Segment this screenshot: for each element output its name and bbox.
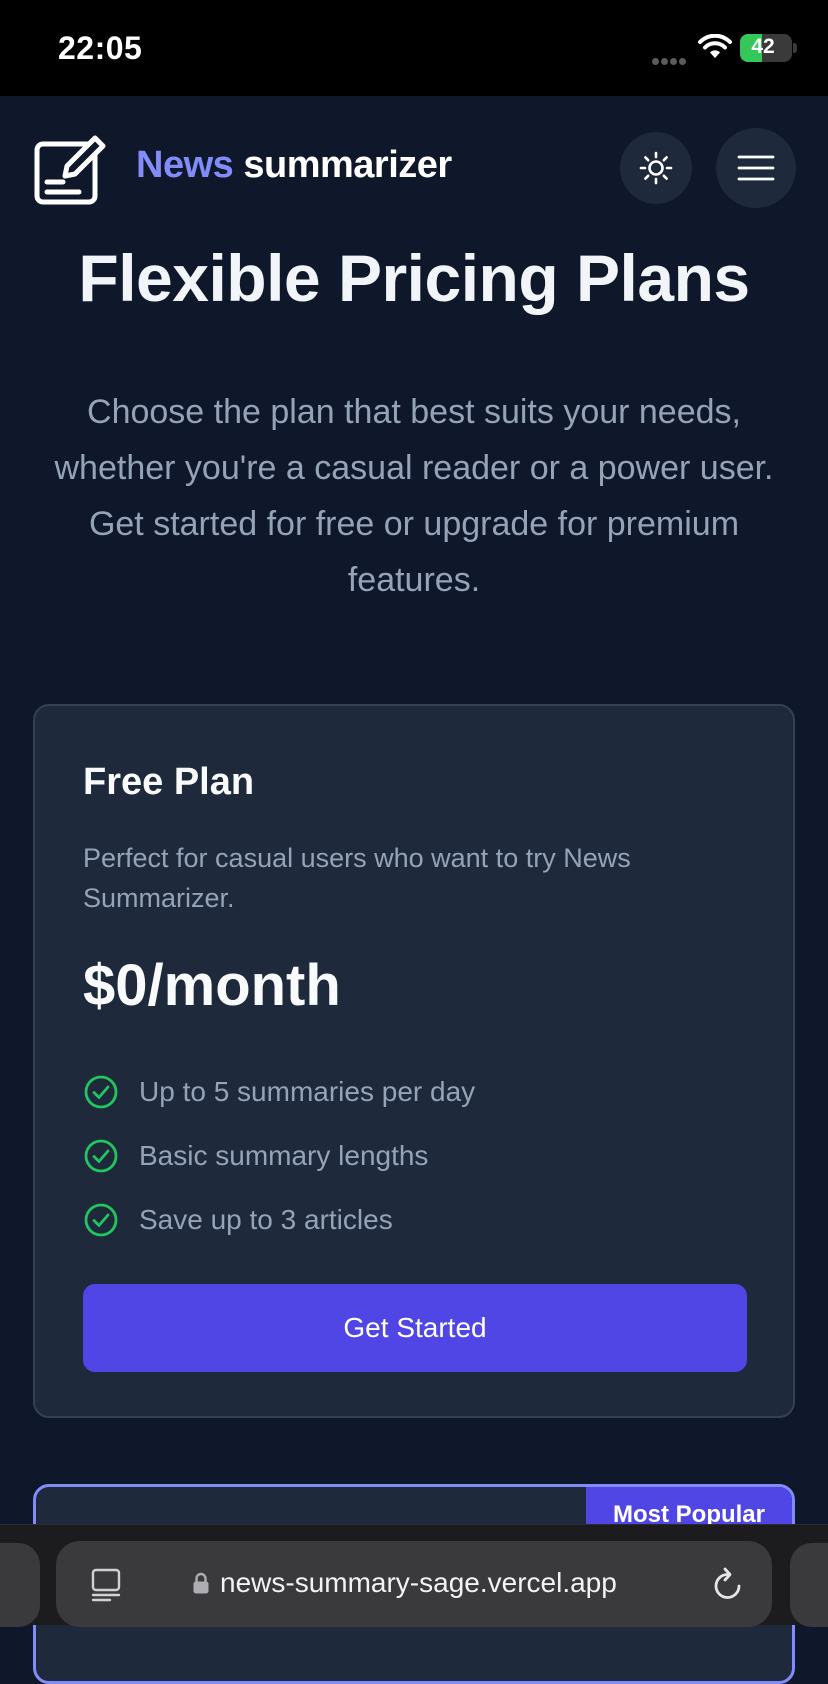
browser-toolbar: news-summary-sage.vercel.app: [0, 1524, 828, 1627]
wifi-icon: [698, 34, 732, 58]
sun-icon: [639, 151, 673, 185]
menu-button[interactable]: [716, 128, 796, 208]
battery-nub: [793, 43, 797, 53]
brand-rest: summarizer: [243, 144, 452, 186]
pricing-card-free: Free Plan Perfect for casual users who w…: [33, 704, 795, 1418]
battery-percent: 42: [751, 35, 775, 58]
address-bar[interactable]: news-summary-sage.vercel.app: [56, 1541, 772, 1627]
subtitle-line: Choose the plan that best suits your nee…: [87, 393, 741, 431]
theme-toggle-button[interactable]: [620, 132, 692, 204]
feature-item: Basic summary lengths: [83, 1136, 428, 1176]
subtitle-line: whether you're a casual reader or a powe…: [54, 449, 774, 487]
check-circle-icon: [84, 1139, 118, 1173]
feature-text: Basic summary lengths: [139, 1140, 429, 1171]
subtitle-line: features.: [347, 561, 481, 599]
feature-item: Up to 5 summaries per day: [83, 1072, 475, 1112]
get-started-button[interactable]: Get Started: [83, 1284, 747, 1372]
signal-dots-icon: [652, 52, 690, 65]
brand-name[interactable]: News summarizer: [136, 144, 452, 187]
status-time: 22:05: [58, 30, 143, 66]
previous-tab-preview[interactable]: [0, 1543, 40, 1627]
page-subtitle: Choose the plan that best suits your nee…: [28, 384, 800, 608]
page-title: Flexible Pricing Plans: [78, 241, 750, 315]
url-text[interactable]: news-summary-sage.vercel.app: [220, 1567, 617, 1599]
battery-charging-icon: 42: [740, 34, 792, 62]
plan-price: $0/month: [83, 953, 341, 1018]
feature-text: Up to 5 summaries per day: [139, 1076, 476, 1107]
feature-item: Save up to 3 articles: [83, 1200, 393, 1240]
next-tab-preview[interactable]: [790, 1543, 828, 1627]
edit-note-icon[interactable]: [33, 130, 109, 206]
plan-title: Free Plan: [83, 761, 255, 803]
subtitle-line: Get started for free or upgrade for prem…: [88, 505, 740, 543]
check-circle-icon: [84, 1075, 118, 1109]
plan-description: Perfect for casual users who want to try…: [83, 843, 631, 913]
reload-icon[interactable]: [710, 1565, 746, 1603]
hamburger-menu-icon: [737, 155, 775, 181]
feature-text: Save up to 3 articles: [139, 1204, 393, 1235]
check-circle-icon: [84, 1203, 118, 1237]
tabs-icon[interactable]: [90, 1567, 122, 1603]
lock-icon: [193, 1572, 209, 1594]
status-bar: 22:05 42: [0, 0, 828, 96]
brand-accent: News: [136, 144, 234, 186]
